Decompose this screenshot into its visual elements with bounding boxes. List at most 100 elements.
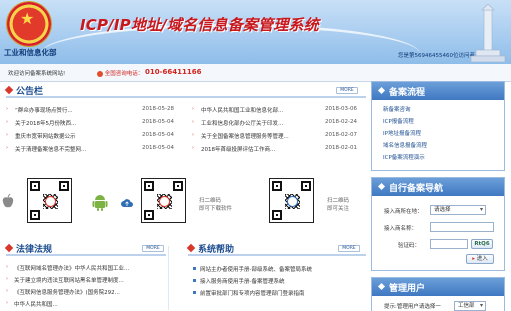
- section-marker-icon: [4, 85, 14, 95]
- help-item-title[interactable]: 前置审批部门和专项内容管理部门登录指南: [200, 289, 305, 297]
- list-item[interactable]: › “群众办事现场点赞行... 2018-05-28: [6, 105, 182, 118]
- hotline-label: 全国咨询电话：: [97, 69, 143, 77]
- hotline-label-text: 全国咨询电话：: [104, 71, 144, 77]
- welcome-text: 欢迎访问备案系统网站!: [8, 71, 66, 77]
- news-title[interactable]: 关于全国备案信息管理服务等管理...: [201, 132, 289, 140]
- announcement-list-right: › 中华人民共和国工业和信息化部... 2018-03-06 › 工业和信息化部办公厅…: [192, 105, 364, 157]
- news-date: 2018-02-24: [325, 119, 357, 125]
- diamond-icon: [377, 182, 386, 191]
- news-date: 2018-05-28: [142, 106, 174, 112]
- process-link[interactable]: IP地址报备流程: [383, 128, 504, 140]
- site-header: ★ 工业和信息化部 ICP/IP地址/域名信息备案管理系统 您是第5694645…: [0, 0, 511, 64]
- law-item-title[interactable]: 《互联网域名管理办法》中华人民共和国工业...: [14, 264, 129, 272]
- announcement-list-left: › “群众办事现场点赞行... 2018-05-28 › 关于2018年5月份陕西..…: [6, 105, 182, 157]
- self-filing-panel-header: 自行备案导航: [372, 178, 504, 196]
- admin-type-select[interactable]: 工信部: [454, 301, 486, 311]
- national-emblem-icon: ★: [7, 2, 51, 46]
- android-icon[interactable]: [92, 193, 108, 211]
- help-more-button[interactable]: MORE: [338, 245, 360, 252]
- list-item[interactable]: › 工业和信息化部办公厅关于印发... 2018-02-24: [192, 118, 364, 131]
- arrow-icon: ›: [192, 106, 194, 112]
- isp-name-input[interactable]: [430, 222, 494, 232]
- list-item[interactable]: › 关于全国备案信息管理服务等管理... 2018-02-07: [192, 131, 364, 144]
- arrow-icon: ›: [6, 300, 8, 306]
- bullet-icon: [193, 279, 196, 282]
- arrow-icon: ›: [192, 119, 194, 125]
- arrow-icon: ›: [192, 132, 194, 138]
- admin-panel-title: 管理用户: [389, 284, 426, 294]
- news-title[interactable]: 关于2018年5月份陕西...: [15, 119, 76, 127]
- news-date: 2018-05-04: [142, 119, 174, 125]
- arrow-icon: ›: [192, 145, 194, 151]
- law-more-button[interactable]: MORE: [142, 245, 164, 252]
- news-date: 2018-05-04: [142, 145, 174, 151]
- list-item[interactable]: › 重庆市宽带网站数据公示 2018-05-04: [6, 131, 182, 144]
- caption-line: 扫二维码: [199, 198, 222, 204]
- list-item[interactable]: › 关于清理备案信息不完整网... 2018-05-04: [6, 144, 182, 157]
- captcha-image[interactable]: RtQ6: [471, 239, 493, 249]
- announcement-title: 公告栏: [16, 87, 44, 97]
- cloud-icon[interactable]: [121, 199, 133, 208]
- news-title[interactable]: “群众办事现场点赞行...: [15, 106, 73, 114]
- section-marker-icon: [186, 243, 196, 253]
- arrow-icon: ›: [6, 264, 8, 270]
- help-item-title[interactable]: 网站主办者使用手册-部级系统、备案管局系统: [200, 265, 312, 273]
- law-header: 法律法规 MORE: [4, 242, 166, 256]
- ministry-name: 工业和信息化部: [4, 48, 57, 57]
- list-item[interactable]: › 中华人民共和国工业和信息化部... 2018-03-06: [192, 105, 364, 118]
- download-caption: 扫二维码 即可下载软件: [199, 197, 232, 213]
- follow-caption: 扫二维码 即可关注: [327, 197, 349, 213]
- bullet-icon: [193, 267, 196, 270]
- province-select[interactable]: 请选择: [430, 205, 486, 215]
- enter-button[interactable]: ▸ 进入: [466, 254, 494, 264]
- law-list: › 《互联网域名管理办法》中华人民共和国工业... › 关于建立境内违法互联网站黑名…: [6, 263, 166, 311]
- list-item[interactable]: › 《互联网信息服务管理办法》(国务院292...: [6, 287, 166, 299]
- law-item-title[interactable]: 关于建立境内违法互联网站黑名单管理制度...: [14, 276, 124, 284]
- news-title[interactable]: 2018年首级投屏评估工作商...: [201, 145, 275, 153]
- law-item-title[interactable]: 中华人民共和国...: [14, 300, 58, 308]
- list-item[interactable]: › 《互联网域名管理办法》中华人民共和国工业...: [6, 263, 166, 275]
- arrow-icon: ›: [6, 288, 8, 294]
- process-panel: 备案流程 新备案咨询 ICP报备流程 IP地址报备流程 域名信息报备流程 ICP…: [371, 81, 505, 171]
- self-filing-panel-title: 自行备案导航: [389, 184, 444, 194]
- captcha-label: 验证码：: [398, 243, 421, 249]
- help-list: 网站主办者使用手册-部级系统、备案管局系统 接入服务商使用手册-备案管理系统 前…: [192, 264, 366, 300]
- hotline-number: 010-66411166: [145, 68, 202, 76]
- arrow-icon: ›: [6, 276, 8, 282]
- help-header: 系统帮助 MORE: [186, 242, 366, 256]
- diamond-icon: [377, 86, 386, 95]
- news-title[interactable]: 工业和信息化部办公厅关于印发...: [201, 119, 283, 127]
- news-date: 2018-05-04: [142, 132, 174, 138]
- android-app-qr-code: [141, 178, 186, 223]
- list-item[interactable]: 接入服务商使用手册-备案管理系统: [192, 276, 366, 288]
- diamond-icon: [377, 282, 386, 291]
- announcement-more-button[interactable]: MORE: [336, 87, 358, 94]
- help-item-title[interactable]: 接入服务商使用手册-备案管理系统: [200, 277, 285, 285]
- list-item[interactable]: › 2018年首级投屏评估工作商... 2018-02-01: [192, 144, 364, 157]
- process-link[interactable]: ICP备案流程演示: [383, 152, 504, 164]
- process-link[interactable]: ICP报备流程: [383, 116, 504, 128]
- news-title[interactable]: 中华人民共和国工业和信息化部...: [201, 106, 283, 114]
- bullet-icon: [193, 291, 196, 294]
- process-panel-header: 备案流程: [372, 82, 504, 100]
- list-item[interactable]: › 关于2018年5月份陕西... 2018-05-04: [6, 118, 182, 131]
- wechat-qr-code: [269, 178, 314, 223]
- list-item[interactable]: 前置审批部门和专项内容管理部门登录指南: [192, 288, 366, 300]
- process-link[interactable]: 新备案咨询: [383, 104, 504, 116]
- list-item[interactable]: › 关于建立境内违法互联网站黑名单管理制度...: [6, 275, 166, 287]
- apple-icon[interactable]: [2, 194, 14, 209]
- law-item-title[interactable]: 《互联网信息服务管理办法》(国务院292...: [14, 288, 120, 296]
- captcha-input[interactable]: [430, 239, 468, 249]
- news-title[interactable]: 关于清理备案信息不完整网...: [15, 145, 86, 153]
- column-divider: [168, 246, 169, 310]
- list-item[interactable]: 网站主办者使用手册-部级系统、备案管局系统: [192, 264, 366, 276]
- news-title[interactable]: 重庆市宽带网站数据公示: [15, 132, 76, 140]
- news-date: 2018-03-06: [325, 106, 357, 112]
- law-title: 法律法规: [16, 245, 53, 255]
- province-label: 接入商所在地：: [384, 209, 423, 215]
- list-item[interactable]: › 中华人民共和国...: [6, 299, 166, 311]
- ios-app-qr-code: [27, 178, 72, 223]
- caption-line: 即可关注: [327, 206, 350, 212]
- process-link[interactable]: 域名信息报备流程: [383, 140, 504, 152]
- visitor-counter: 您是第56946455460位访问者: [398, 53, 475, 59]
